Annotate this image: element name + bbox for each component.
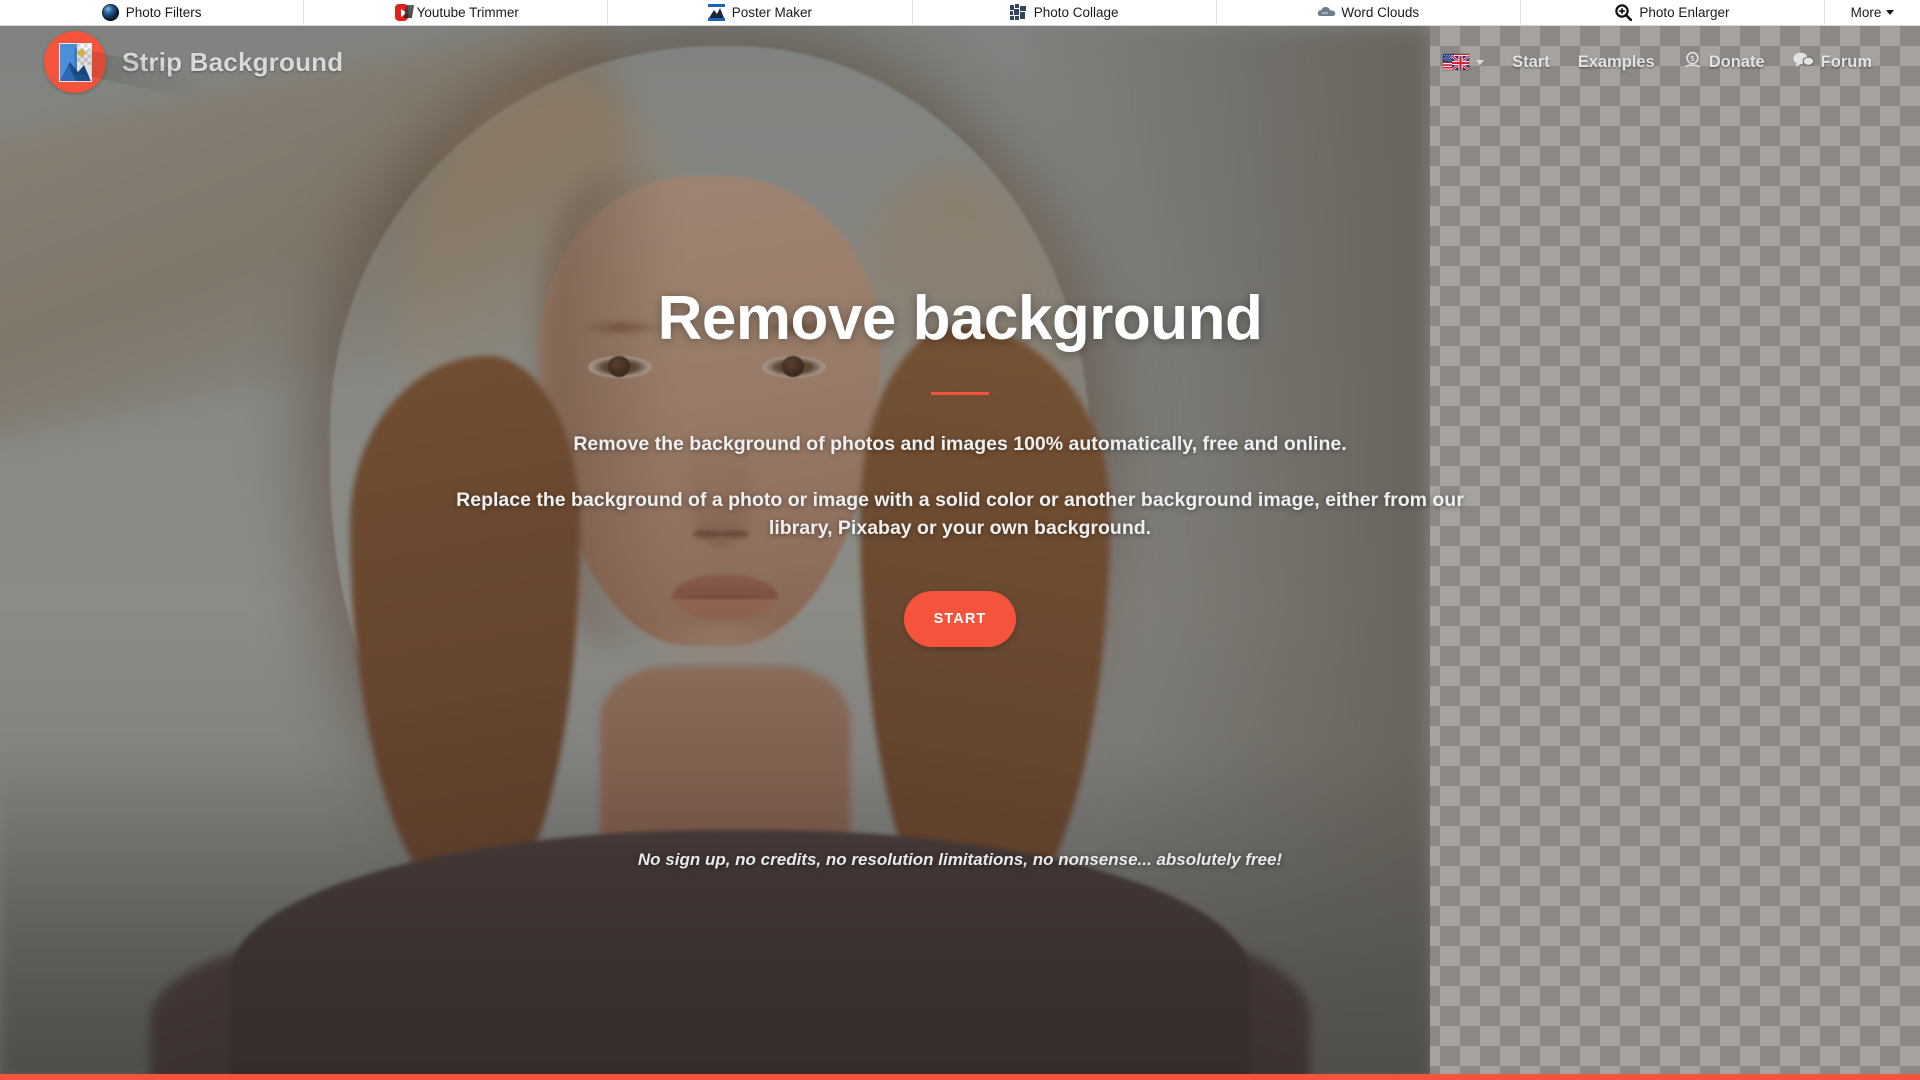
brand-logo-link[interactable]: Strip Background [44, 31, 343, 93]
nav-link-examples[interactable]: Examples [1578, 53, 1655, 72]
bottom-accent-strip [0, 1074, 1920, 1080]
poster-icon [707, 4, 725, 21]
main-navigation: Start Examples $ Donate Forum [1443, 51, 1894, 74]
image-placeholder-icon [58, 42, 92, 82]
nav-link-label: Forum [1820, 52, 1872, 71]
partner-item-label: Photo Filters [125, 5, 202, 20]
brand-title: Strip Background [122, 46, 344, 77]
partner-item-youtube-trimmer[interactable]: Youtube Trimmer [304, 0, 609, 25]
partner-product-bar: Photo Filters Youtube Trimmer Poster Mak… [0, 0, 1920, 26]
chevron-down-icon [1476, 59, 1485, 65]
uk-us-flag-icon [1443, 54, 1470, 70]
youtube-icon [393, 4, 414, 21]
partner-more-dropdown[interactable]: More [1825, 0, 1920, 25]
nav-link-start[interactable]: Start [1512, 53, 1550, 72]
cloud-icon [1317, 4, 1336, 21]
partner-more-label: More [1850, 5, 1882, 20]
chevron-down-icon [1886, 10, 1895, 15]
partner-item-label: Photo Collage [1033, 5, 1119, 20]
magnifier-plus-icon [1615, 4, 1633, 21]
svg-text:$: $ [1690, 54, 1695, 63]
partner-item-label: Photo Enlarger [1639, 5, 1730, 20]
hero-dark-overlay [0, 26, 1920, 1080]
partner-item-label: Word Clouds [1341, 5, 1420, 20]
site-header: Strip Background Start Examples $ Donate… [0, 26, 1920, 98]
donate-money-icon: $ [1683, 51, 1702, 74]
chat-bubbles-icon [1793, 52, 1814, 73]
nav-link-label: Examples [1577, 52, 1655, 71]
partner-item-photo-collage[interactable]: Photo Collage [913, 0, 1217, 25]
camera-lens-icon [101, 4, 119, 21]
brand-badge [44, 31, 106, 93]
hero-background [0, 26, 1920, 1080]
start-button[interactable]: START [904, 590, 1016, 647]
partner-item-word-clouds[interactable]: Word Clouds [1217, 0, 1521, 25]
nav-link-donate[interactable]: $ Donate [1683, 51, 1765, 74]
nav-link-forum[interactable]: Forum [1793, 52, 1872, 73]
nav-link-label: Start [1512, 52, 1550, 71]
collage-grid-icon [1009, 4, 1027, 21]
language-selector[interactable] [1443, 54, 1485, 70]
partner-item-poster-maker[interactable]: Poster Maker [608, 0, 913, 25]
partner-item-label: Youtube Trimmer [416, 5, 519, 20]
partner-item-photo-filters[interactable]: Photo Filters [0, 0, 305, 25]
nav-link-label: Donate [1708, 52, 1765, 71]
partner-item-label: Poster Maker [731, 5, 813, 20]
partner-item-photo-enlarger[interactable]: Photo Enlarger [1521, 0, 1826, 25]
